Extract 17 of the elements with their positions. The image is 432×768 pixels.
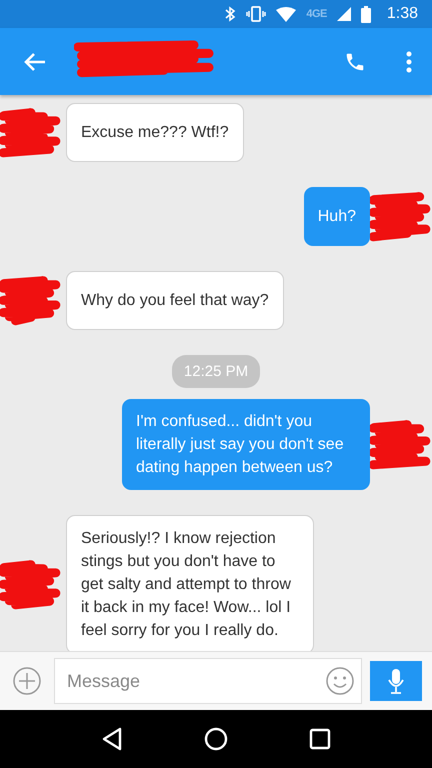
network-type: 4GE — [306, 8, 327, 20]
vibrate-icon — [246, 6, 266, 22]
message-bubble: Excuse me??? Wtf!? — [66, 103, 244, 162]
bluetooth-icon — [224, 6, 236, 22]
timestamp: 12:25 PM — [172, 355, 260, 388]
message-field[interactable]: Message — [54, 658, 362, 704]
message-bubble: Seriously!? I know rejection stings but you don't have to get salty and attempt to throw it back in my face! Wow... lol I feel sorry for you I really do. — [66, 515, 314, 651]
message-bubble: I'm confused... didn't you literally just say you don't see dating happen between us? — [122, 399, 370, 490]
signal-icon — [336, 7, 351, 21]
microphone-button[interactable] — [370, 661, 422, 701]
emoji-icon[interactable] — [325, 666, 355, 696]
clock: 1:38 — [386, 5, 418, 23]
microphone-icon — [387, 668, 405, 694]
wifi-icon — [276, 6, 296, 22]
message-bubble: Huh? — [304, 187, 370, 246]
message-bubble: Why do you feel that way? — [66, 271, 284, 330]
battery-icon — [360, 6, 371, 22]
